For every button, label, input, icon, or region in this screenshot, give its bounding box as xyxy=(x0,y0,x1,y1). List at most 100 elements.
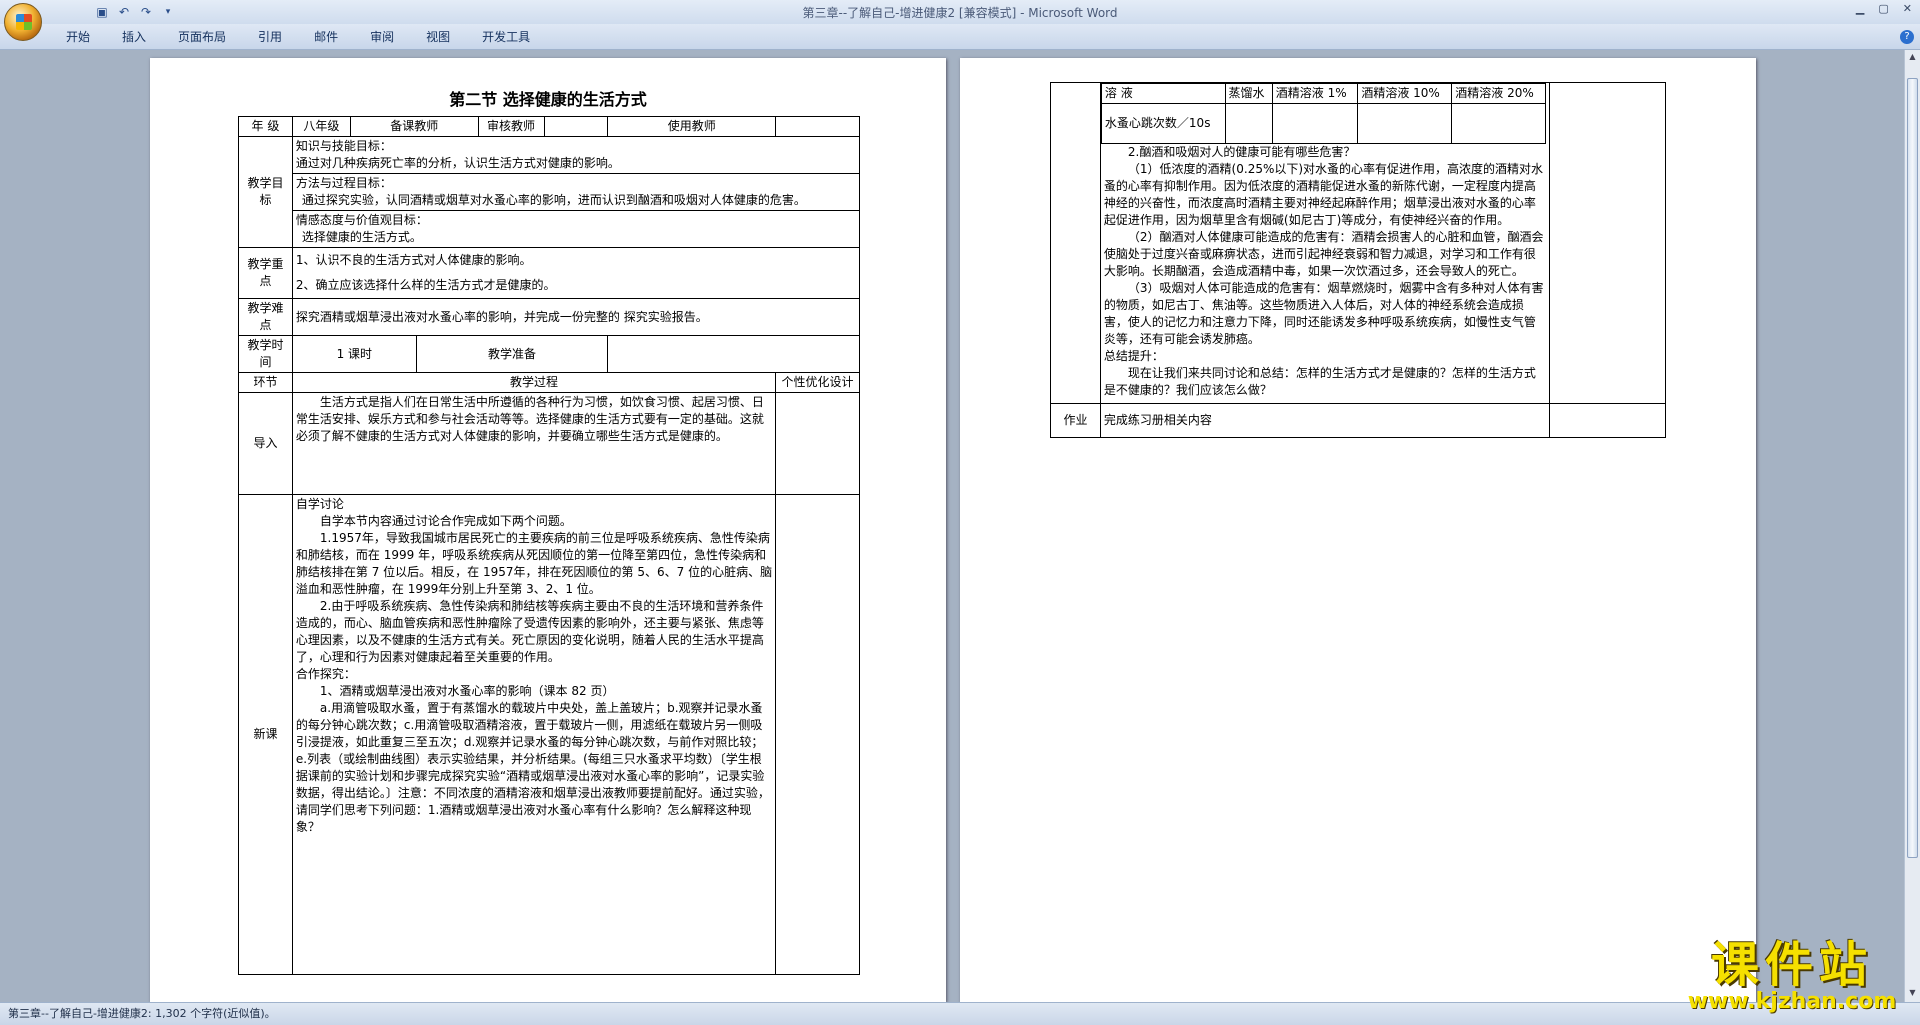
intro-label: 导入 xyxy=(238,392,293,495)
table-cell[interactable]: 酒精溶液 20% xyxy=(1451,83,1547,104)
answer-1: （1）低浓度的酒精(0.25%以下)对水蚤的心率有促进作用，高浓度的酒精对水蚤的… xyxy=(1103,162,1544,227)
title-bar: 第三章--了解自己-增进健康2 [兼容模式] - Microsoft Word … xyxy=(0,0,1920,24)
table-row: 环节 教学过程 个性优化设计 xyxy=(238,372,860,393)
table-cell[interactable]: 溶 液 xyxy=(1100,83,1226,104)
table-row: 情感态度与价值观目标： 选择健康的生活方式。 xyxy=(239,210,861,248)
keypoints-content[interactable]: 1、认识不良的生活方式对人体健康的影响。 2、确立应该选择什么样的生活方式才是健康… xyxy=(291,247,861,299)
lesson-plan-table: 年 级 八年级 备课教师 审核教师 使用教师 教学目标 知识与技能目标： 通过对几… xyxy=(238,116,861,975)
prep-teacher-label: 备课教师 xyxy=(349,116,479,137)
homework-label: 作业 xyxy=(1050,403,1101,438)
table-row: 年 级 八年级 备课教师 审核教师 使用教师 xyxy=(238,116,860,137)
using-teacher-value[interactable] xyxy=(775,116,860,137)
review-teacher-label: 审核教师 xyxy=(477,116,545,137)
summary-text: 现在让我们来共同讨论和总结：怎样的生活方式才是健康的？怎样的生活方式是不健康的？… xyxy=(1103,366,1536,397)
window-title: 第三章--了解自己-增进健康2 [兼容模式] - Microsoft Word xyxy=(802,6,1118,20)
lesson-design[interactable] xyxy=(775,494,860,975)
design-cell[interactable] xyxy=(1549,82,1666,404)
goals-label: 教学目标 xyxy=(238,136,293,248)
grade-value[interactable]: 八年级 xyxy=(291,116,351,137)
vertical-scrollbar[interactable]: ▲ ▼ xyxy=(1904,50,1920,1002)
tab-insert[interactable]: 插入 xyxy=(106,24,162,49)
watermark-logo: 课件站 www.kjzhan.com xyxy=(1672,925,1912,1014)
table-row: 水蚤心跳次数／10s xyxy=(1100,103,1547,144)
table-cell[interactable] xyxy=(1224,103,1273,144)
design-header: 个性优化设计 xyxy=(775,372,860,393)
undo-icon[interactable]: ↶ xyxy=(116,4,132,20)
minimize-icon[interactable]: ▁ xyxy=(1856,2,1864,15)
tab-review[interactable]: 审阅 xyxy=(354,24,410,49)
office-button[interactable] xyxy=(4,3,42,41)
table-row: 方法与过程目标： 通过探究实验，认同酒精或烟草对水蚤心率的影响，进而认识到酗酒和吸… xyxy=(239,173,861,211)
table-cell[interactable]: 蒸馏水 xyxy=(1224,83,1273,104)
difficulty-label: 教学难点 xyxy=(238,298,293,336)
table-row: 教学难点 探究酒精或烟草浸出液对水蚤心率的影响，并完成一份完整的 探究实验报告。 xyxy=(238,298,861,336)
scroll-thumb[interactable] xyxy=(1907,78,1918,858)
intro-content[interactable]: 生活方式是指人们在日常生活中所遵循的各种行为习惯，如饮食习惯、起居习惯、日常生活… xyxy=(291,392,777,495)
table-cell[interactable] xyxy=(1357,103,1453,144)
lesson-title: 第二节 选择健康的生活方式 xyxy=(449,90,647,109)
ribbon-tabs: 开始 插入 页面布局 引用 邮件 审阅 视图 开发工具 xyxy=(0,24,1920,50)
close-icon[interactable]: ✕ xyxy=(1903,2,1912,15)
table-row: 新课 自学讨论 自学本节内容通过讨论合作完成如下两个问题。 1.1957年，导致… xyxy=(238,494,860,975)
office-logo-icon xyxy=(16,14,32,30)
tab-developer[interactable]: 开发工具 xyxy=(466,24,546,49)
prep-value[interactable] xyxy=(607,335,860,373)
homework-content[interactable]: 完成练习册相关内容 xyxy=(1099,403,1551,438)
keypoints-label: 教学重点 xyxy=(238,247,293,299)
answer-2: （2）酗酒对人体健康可能造成的危害有：酒精会损害人的心脏和血管，酗酒会使脑处于过… xyxy=(1103,230,1544,278)
tab-references[interactable]: 引用 xyxy=(242,24,298,49)
lesson-plan-table-continued: 溶 液 蒸馏水 酒精溶液 1% 酒精溶液 10% 酒精溶液 20% 水蚤心跳次数… xyxy=(1050,82,1666,438)
watermark-url: www.kjzhan.com xyxy=(1687,989,1897,1014)
time-label: 教学时间 xyxy=(238,335,293,373)
table-row: 教学目标 知识与技能目标： 通过对几种疾病死亡率的分析，认识生活方式对健康的影响。 xyxy=(238,136,861,248)
table-cell[interactable] xyxy=(1271,103,1359,144)
customize-qat-icon[interactable]: ▾ xyxy=(160,4,176,20)
prep-label: 教学准备 xyxy=(415,335,609,373)
tab-view[interactable]: 视图 xyxy=(410,24,466,49)
tab-page-layout[interactable]: 页面布局 xyxy=(162,24,242,49)
table-cell[interactable]: 酒精溶液 1% xyxy=(1271,83,1359,104)
maximize-icon[interactable]: ▢ xyxy=(1878,2,1888,15)
goal-knowledge[interactable]: 知识与技能目标： 通过对几种疾病死亡率的分析，认识生活方式对健康的影响。 xyxy=(291,136,861,174)
stage-cell xyxy=(1050,82,1101,404)
grade-label: 年 级 xyxy=(238,116,293,137)
lesson-content-cont[interactable]: 溶 液 蒸馏水 酒精溶液 1% 酒精溶液 10% 酒精溶液 20% 水蚤心跳次数… xyxy=(1099,82,1551,404)
experiment-table: 溶 液 蒸馏水 酒精溶液 1% 酒精溶液 10% 酒精溶液 20% 水蚤心跳次数… xyxy=(1100,83,1547,144)
lesson-label: 新课 xyxy=(238,494,293,975)
question-2: 2.酗酒和吸烟对人的健康可能有哪些危害？ xyxy=(1127,145,1356,159)
table-cell[interactable]: 水蚤心跳次数／10s xyxy=(1100,103,1226,144)
document-page-1: 第二节 选择健康的生活方式 年 级 八年级 备课教师 审核教师 使用教师 教学目… xyxy=(150,58,946,1002)
table-row: 教学时间 1 课时 教学准备 xyxy=(238,335,860,373)
time-value[interactable]: 1 课时 xyxy=(291,335,417,373)
lesson-content[interactable]: 自学讨论 自学本节内容通过讨论合作完成如下两个问题。 1.1957年，导致我国城… xyxy=(291,494,777,975)
stage-header: 环节 xyxy=(238,372,293,393)
goal-method[interactable]: 方法与过程目标： 通过探究实验，认同酒精或烟草对水蚤心率的影响，进而认识到酗酒和吸… xyxy=(291,173,861,211)
process-header: 教学过程 xyxy=(291,372,777,393)
scroll-up-icon[interactable]: ▲ xyxy=(1907,52,1918,64)
status-bar: 第三章--了解自己-增进健康2: 1,302 个字符(近似值)。 xyxy=(0,1002,1920,1025)
table-row: 教学重点 1、认识不良的生活方式对人体健康的影响。 2、确立应该选择什么样的生活方… xyxy=(238,247,861,299)
document-workspace: 第二节 选择健康的生活方式 年 级 八年级 备课教师 审核教师 使用教师 教学目… xyxy=(0,50,1920,1002)
tab-home[interactable]: 开始 xyxy=(50,24,106,49)
table-row: 作业 完成练习册相关内容 xyxy=(1050,403,1666,438)
homework-design[interactable] xyxy=(1549,403,1666,438)
help-icon[interactable]: ? xyxy=(1900,30,1914,44)
table-row: 溶 液 蒸馏水 酒精溶液 1% 酒精溶液 10% 酒精溶液 20% 水蚤心跳次数… xyxy=(1050,82,1666,404)
window-controls: ▁ ▢ ✕ xyxy=(1856,2,1912,15)
status-text: 第三章--了解自己-增进健康2: 1,302 个字符(近似值)。 xyxy=(8,1007,276,1020)
review-teacher-value[interactable] xyxy=(543,116,609,137)
difficulty-content[interactable]: 探究酒精或烟草浸出液对水蚤心率的影响，并完成一份完整的 探究实验报告。 xyxy=(291,298,861,336)
intro-design[interactable] xyxy=(775,392,860,495)
tab-mailings[interactable]: 邮件 xyxy=(298,24,354,49)
table-cell[interactable] xyxy=(1451,103,1547,144)
watermark-title: 课件站 xyxy=(1710,937,1873,993)
table-cell[interactable]: 酒精溶液 10% xyxy=(1357,83,1453,104)
redo-icon[interactable]: ↷ xyxy=(138,4,154,20)
goal-attitude[interactable]: 情感态度与价值观目标： 选择健康的生活方式。 xyxy=(291,210,861,248)
answer-3: （3）吸烟对人体可能造成的危害有：烟草燃烧时，烟雾中含有多种对人体有害的物质，如… xyxy=(1103,281,1544,346)
table-row: 溶 液 蒸馏水 酒精溶液 1% 酒精溶液 10% 酒精溶液 20% xyxy=(1100,83,1547,104)
table-row: 导入 生活方式是指人们在日常生活中所遵循的各种行为习惯，如饮食习惯、起居习惯、日… xyxy=(238,392,860,495)
summary-heading: 总结提升： xyxy=(1103,349,1164,363)
quick-access-toolbar: ▣ ↶ ↷ ▾ xyxy=(48,3,176,21)
save-icon[interactable]: ▣ xyxy=(94,4,110,20)
